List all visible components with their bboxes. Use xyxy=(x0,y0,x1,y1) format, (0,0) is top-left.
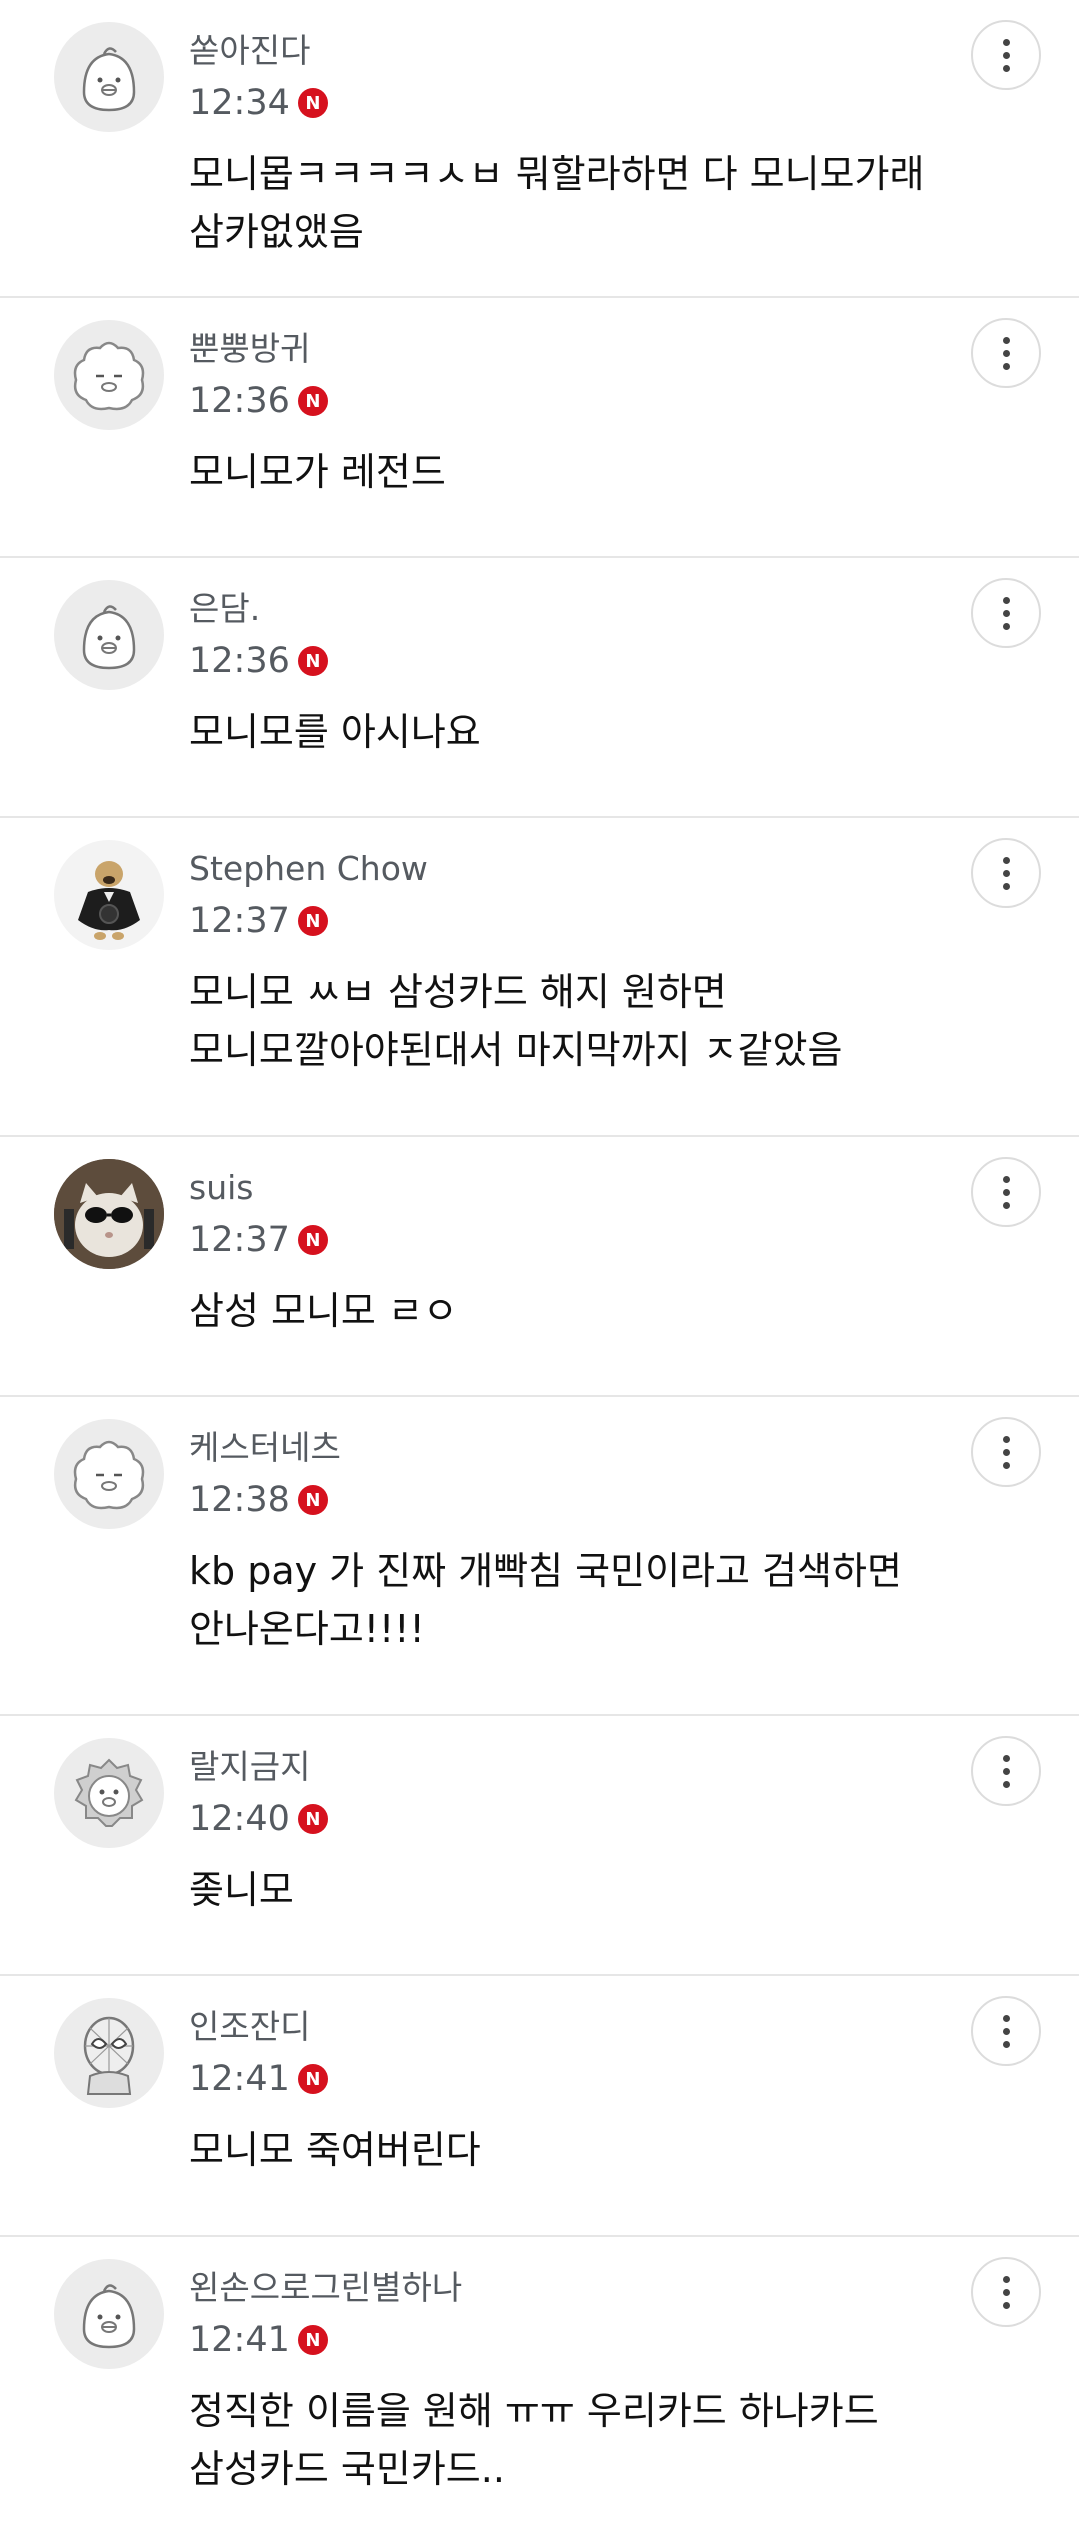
comment-time: 12:40 xyxy=(189,1799,290,1839)
comment-item: 랄지금지 12:40 N 좆니모 xyxy=(0,1716,1079,1976)
comment-meta: 12:34 N xyxy=(189,80,328,126)
avatar[interactable] xyxy=(54,22,164,132)
commenter-name[interactable]: 왼손으로그린별하나 xyxy=(189,2267,462,2309)
more-options-button[interactable] xyxy=(971,318,1041,388)
commenter-name[interactable]: 케스터네츠 xyxy=(189,1427,341,1469)
comment-text: 모니모를 아시나요 xyxy=(189,710,481,754)
comment-meta: 12:36 N xyxy=(189,638,328,684)
dog-photo-icon xyxy=(78,861,140,940)
more-options-button[interactable] xyxy=(971,1417,1041,1487)
new-badge: N xyxy=(297,646,328,676)
comment-meta: 12:38 N xyxy=(189,1477,328,1523)
chick-icon xyxy=(82,2284,136,2349)
more-options-button[interactable] xyxy=(971,1157,1041,1227)
commenter-name[interactable]: 뿐뿡방귀 xyxy=(189,328,310,370)
more-options-button[interactable] xyxy=(971,1736,1041,1806)
comment-time: 12:41 xyxy=(189,2059,290,2099)
comment-item: 왼손으로그린별하나 12:41 N 정직한 이름을 원해 ㅠㅠ 우리카드 하나카… xyxy=(0,2237,1079,2545)
comment-meta: 12:41 N xyxy=(189,2317,328,2363)
comment-time: 12:38 xyxy=(189,1480,290,1520)
commenter-name[interactable]: suis xyxy=(189,1167,253,1209)
avatar[interactable] xyxy=(54,1738,164,1848)
comment-time: 12:37 xyxy=(189,901,290,941)
more-options-button[interactable] xyxy=(971,1996,1041,2066)
new-badge: N xyxy=(297,1485,328,1515)
commenter-name[interactable]: 인조잔디 xyxy=(189,2006,310,2048)
comment-text: 모니몹ㅋㅋㅋㅋㅅㅂ 뭐할라하면 다 모니모가래 삼카없앴음 xyxy=(189,152,925,254)
comment-time: 12:36 xyxy=(189,641,290,681)
comment-item: 뿐뿡방귀 12:36 N 모니모가 레전드 xyxy=(0,298,1079,558)
new-badge: N xyxy=(297,1225,328,1255)
commenter-name[interactable]: Stephen Chow xyxy=(189,848,428,890)
comment-item: suis 12:37 N 삼성 모니모 ㄹㅇ xyxy=(0,1137,1079,1397)
comment-text: 모니모가 레전드 xyxy=(189,450,446,494)
comment-time: 12:36 xyxy=(189,381,290,421)
comment-item: 쏟아진다 12:34 N 모니몹ㅋㅋㅋㅋㅅㅂ 뭐할라하면 다 모니모가래 삼카없… xyxy=(0,0,1079,298)
chick-icon xyxy=(82,47,136,112)
comment-text: kb pay 가 진짜 개빡침 국민이라고 검색하면 안나온다고!!!! xyxy=(189,1549,902,1651)
more-options-button[interactable] xyxy=(971,2257,1041,2327)
new-badge: N xyxy=(297,1804,328,1834)
avatar[interactable] xyxy=(54,1159,164,1269)
commenter-name[interactable]: 쏟아진다 xyxy=(189,30,310,72)
comment-item: 케스터네츠 12:38 N kb pay 가 진짜 개빡침 국민이라고 검색하면… xyxy=(0,1397,1079,1716)
comment-meta: 12:37 N xyxy=(189,898,328,944)
new-badge: N xyxy=(297,88,328,118)
more-options-button[interactable] xyxy=(971,578,1041,648)
comment-meta: 12:40 N xyxy=(189,1796,328,1842)
chick-icon xyxy=(82,605,136,670)
new-badge: N xyxy=(297,2325,328,2355)
comment-text: 모니모 ㅆㅂ 삼성카드 해지 원하면 모니모깔아야된대서 마지막까지 ㅈ같았음 xyxy=(189,970,843,1072)
comment-meta: 12:37 N xyxy=(189,1217,328,1263)
avatar[interactable] xyxy=(54,2259,164,2369)
comment-meta: 12:41 N xyxy=(189,2056,328,2102)
commenter-name[interactable]: 은담. xyxy=(189,588,260,630)
sheep-icon xyxy=(73,1440,145,1510)
comment-text: 삼성 모니모 ㄹㅇ xyxy=(189,1289,458,1333)
commenter-name[interactable]: 랄지금지 xyxy=(189,1746,310,1788)
comment-item: 인조잔디 12:41 N 모니모 죽여버린다 xyxy=(0,1976,1079,2237)
comment-text: 좆니모 xyxy=(189,1868,294,1912)
avatar[interactable] xyxy=(54,840,164,950)
comment-time: 12:34 xyxy=(189,83,290,123)
sheep-icon xyxy=(73,341,145,411)
avatar[interactable] xyxy=(54,1998,164,2108)
comment-time: 12:41 xyxy=(189,2320,290,2360)
more-options-button[interactable] xyxy=(971,838,1041,908)
avatar[interactable] xyxy=(54,1419,164,1529)
comment-item: Stephen Chow 12:37 N 모니모 ㅆㅂ 삼성카드 해지 원하면 … xyxy=(0,818,1079,1137)
lion-icon xyxy=(74,1758,144,1827)
new-badge: N xyxy=(297,2064,328,2094)
comment-meta: 12:36 N xyxy=(189,378,328,424)
comment-text: 정직한 이름을 원해 ㅠㅠ 우리카드 하나카드 삼성카드 국민카드.. xyxy=(189,2389,879,2491)
avatar[interactable] xyxy=(54,320,164,430)
comment-text: 모니모 죽여버린다 xyxy=(189,2128,481,2172)
more-options-button[interactable] xyxy=(971,20,1041,90)
cat-photo-icon xyxy=(54,1159,164,1269)
comment-time: 12:37 xyxy=(189,1220,290,1260)
spiderman-icon xyxy=(83,2016,135,2095)
comment-list: 쏟아진다 12:34 N 모니몹ㅋㅋㅋㅋㅅㅂ 뭐할라하면 다 모니모가래 삼카없… xyxy=(0,0,1079,2545)
comment-item: 은담. 12:36 N 모니모를 아시나요 xyxy=(0,558,1079,818)
new-badge: N xyxy=(297,906,328,936)
new-badge: N xyxy=(297,386,328,416)
avatar[interactable] xyxy=(54,580,164,690)
